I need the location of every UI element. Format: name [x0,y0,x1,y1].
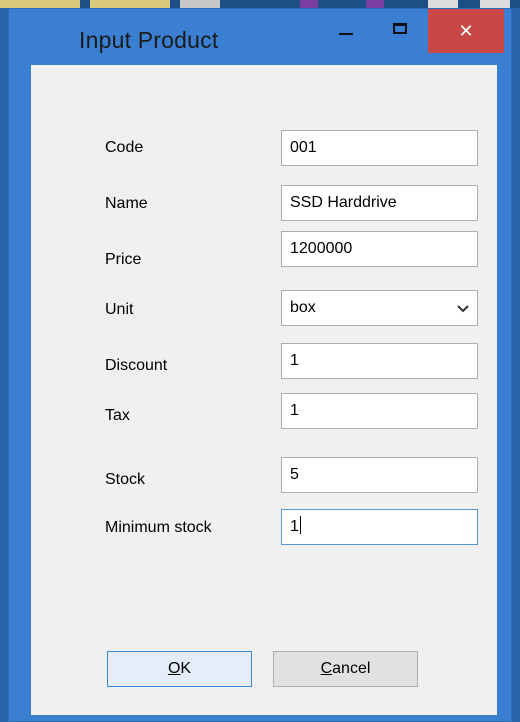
close-icon: ✕ [458,20,474,41]
taskbar-item [480,0,510,8]
discount-label: Discount [105,357,168,374]
tax-label: Tax [105,407,130,424]
cancel-mnemonic: C [320,660,333,677]
minimize-icon[interactable] [339,33,353,35]
code-field[interactable]: 001 [281,130,478,166]
tax-field[interactable]: 1 [281,393,478,429]
window-title: Input Product [79,27,219,53]
taskbar-item [300,0,318,8]
min-stock-value: 1 [290,518,299,535]
text-caret [299,516,301,534]
cancel-label-rest: ancel [332,660,371,677]
chevron-down-icon [457,305,469,313]
stock-label: Stock [105,471,146,488]
taskbar-item [428,0,458,8]
min-stock-label: Minimum stock [105,519,212,536]
taskbar-item [90,0,170,8]
min-stock-field[interactable]: 1 [281,509,478,545]
ok-label-rest: K [180,660,192,677]
maximize-icon[interactable] [393,23,407,34]
name-field[interactable]: SSD Harddrive [281,185,478,221]
unit-select-value: box [290,299,316,316]
ok-button[interactable]: OK [107,651,252,687]
taskbar-item [366,0,384,8]
unit-select[interactable]: box [281,290,478,326]
discount-field[interactable]: 1 [281,343,478,379]
unit-label: Unit [105,301,134,318]
taskbar-strip [0,0,520,8]
ok-mnemonic: O [167,660,181,677]
code-label: Code [105,139,144,156]
taskbar-item [0,0,80,8]
close-button[interactable]: ✕ [428,9,504,53]
dialog-window: Input Product ✕ Code 001 Name SSD Harddr… [8,8,512,722]
taskbar-item [180,0,220,8]
price-field[interactable]: 1200000 [281,231,478,267]
price-label: Price [105,251,142,268]
stock-field[interactable]: 5 [281,457,478,493]
dialog-client-area: Code 001 Name SSD Harddrive Price 120000… [31,65,497,715]
name-label: Name [105,195,148,212]
cancel-button[interactable]: Cancel [273,651,418,687]
